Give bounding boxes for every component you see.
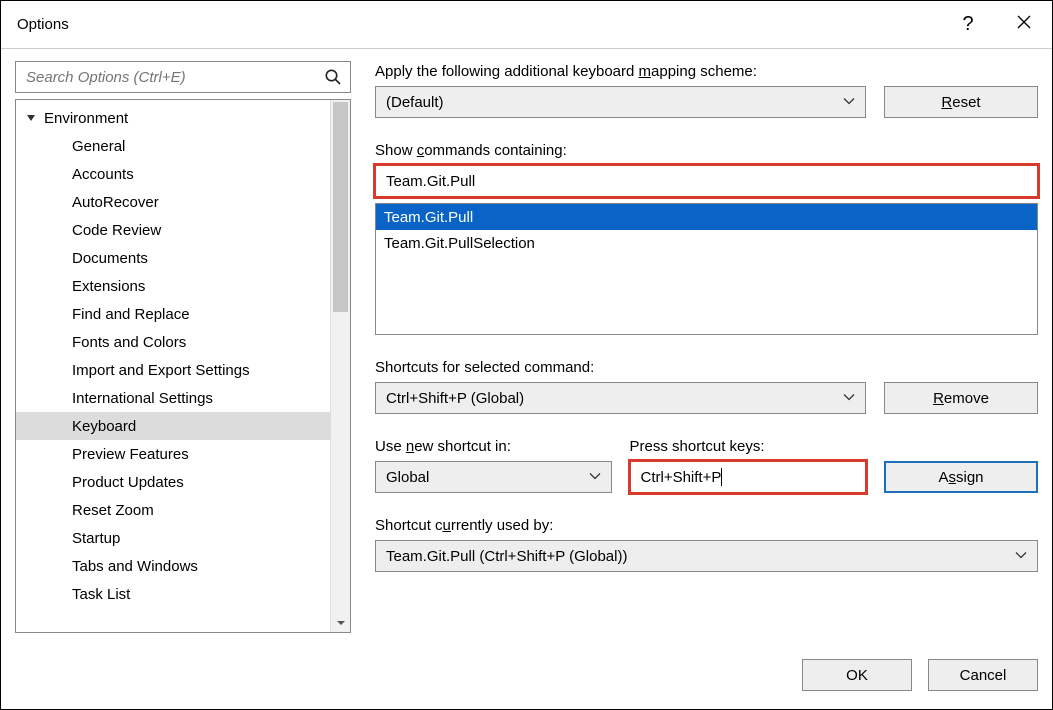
left-panel: Environment General Accounts AutoRecover Cod… [15, 61, 351, 633]
use-shortcut-in-value: Global [386, 469, 429, 486]
tree-node-label: Import and Export Settings [72, 362, 250, 379]
tree-node-label: Fonts and Colors [72, 334, 186, 351]
tree-node-label: Tabs and Windows [72, 558, 198, 575]
tree-node-label: Extensions [72, 278, 145, 295]
tree-node-tabs-and-windows[interactable]: Tabs and Windows [16, 552, 350, 580]
text-cursor [721, 468, 722, 486]
tree-node-label: Preview Features [72, 446, 189, 463]
assign-button[interactable]: Assign [884, 461, 1038, 493]
search-input[interactable] [24, 68, 324, 87]
shortcuts-label: Shortcuts for selected command: [375, 359, 1038, 376]
ok-button[interactable]: OK [802, 659, 912, 691]
tree-node-label: Environment [44, 110, 128, 127]
tree-node-label: General [72, 138, 125, 155]
tree-node-code-review[interactable]: Code Review [16, 216, 350, 244]
chevron-down-icon [843, 390, 855, 407]
tree-node-reset-zoom[interactable]: Reset Zoom [16, 496, 350, 524]
search-icon [324, 68, 342, 86]
tree-node-international-settings[interactable]: International Settings [16, 384, 350, 412]
tree-node-product-updates[interactable]: Product Updates [16, 468, 350, 496]
mapping-scheme-combo[interactable]: (Default) [375, 86, 866, 118]
tree-node-label: Reset Zoom [72, 502, 154, 519]
keyboard-settings-panel: Apply the following additional keyboard … [375, 61, 1038, 633]
cancel-button[interactable]: Cancel [928, 659, 1038, 691]
tree-node-import-and-export-settings[interactable]: Import and Export Settings [16, 356, 350, 384]
close-icon [1017, 15, 1031, 34]
tree-node-preview-features[interactable]: Preview Features [16, 440, 350, 468]
chevron-down-icon [336, 615, 346, 632]
tree-node-task-list[interactable]: Task List [16, 580, 350, 608]
tree-node-extensions[interactable]: Extensions [16, 272, 350, 300]
tree-node-label: Product Updates [72, 474, 184, 491]
remove-button[interactable]: Remove [884, 382, 1038, 414]
mapping-scheme-value: (Default) [386, 94, 444, 111]
command-filter-input[interactable]: Team.Git.Pull [375, 165, 1038, 197]
tree-scrollbar[interactable] [330, 100, 350, 632]
tree-node-label: International Settings [72, 390, 213, 407]
currently-used-label: Shortcut currently used by: [375, 517, 1038, 534]
options-tree[interactable]: Environment General Accounts AutoRecover Cod… [15, 99, 351, 633]
tree-node-general[interactable]: General [16, 132, 350, 160]
tree-node-fonts-and-colors[interactable]: Fonts and Colors [16, 328, 350, 356]
press-shortcut-value: Ctrl+Shift+P [641, 469, 722, 486]
shortcuts-value: Ctrl+Shift+P (Global) [386, 390, 524, 407]
use-shortcut-in-label: Use new shortcut in: [375, 438, 612, 455]
command-list-item[interactable]: Team.Git.Pull [376, 204, 1037, 230]
press-shortcut-label: Press shortcut keys: [630, 438, 867, 455]
scroll-down-button[interactable] [331, 614, 350, 632]
tree-node-label: Accounts [72, 166, 134, 183]
show-commands-label: Show commands containing: [375, 142, 1038, 159]
scrollbar-thumb[interactable] [333, 102, 348, 312]
tree-node-accounts[interactable]: Accounts [16, 160, 350, 188]
tree-node-label: Documents [72, 250, 148, 267]
chevron-down-icon [1015, 548, 1027, 565]
mapping-scheme-label: Apply the following additional keyboard … [375, 63, 1038, 80]
tree-node-label: Find and Replace [72, 306, 190, 323]
reset-button[interactable]: Reset [884, 86, 1038, 118]
chevron-down-icon [589, 469, 601, 486]
tree-node-find-and-replace[interactable]: Find and Replace [16, 300, 350, 328]
dialog-footer: OK Cancel [1, 647, 1052, 709]
window-title: Options [17, 16, 940, 33]
currently-used-value: Team.Git.Pull (Ctrl+Shift+P (Global)) [386, 548, 627, 565]
titlebar: Options ? [1, 1, 1052, 49]
command-list[interactable]: Team.Git.Pull Team.Git.PullSelection [375, 203, 1038, 335]
shortcuts-combo[interactable]: Ctrl+Shift+P (Global) [375, 382, 866, 414]
command-list-item[interactable]: Team.Git.PullSelection [376, 230, 1037, 256]
caret-down-icon [26, 110, 38, 127]
tree-node-label: Keyboard [72, 418, 136, 435]
currently-used-combo[interactable]: Team.Git.Pull (Ctrl+Shift+P (Global)) [375, 540, 1038, 572]
tree-node-autorecover[interactable]: AutoRecover [16, 188, 350, 216]
search-box[interactable] [15, 61, 351, 93]
tree-node-environment[interactable]: Environment [16, 104, 350, 132]
use-shortcut-in-combo[interactable]: Global [375, 461, 612, 493]
tree-node-label: Task List [72, 586, 130, 603]
help-button[interactable]: ? [940, 1, 996, 49]
tree-node-documents[interactable]: Documents [16, 244, 350, 272]
close-button[interactable] [996, 1, 1052, 49]
tree-node-keyboard[interactable]: Keyboard [16, 412, 350, 440]
options-dialog: Options ? Environment General Accounts Auto… [0, 0, 1053, 710]
tree-node-startup[interactable]: Startup [16, 524, 350, 552]
press-shortcut-input[interactable]: Ctrl+Shift+P [630, 461, 867, 493]
tree-node-label: Startup [72, 530, 120, 547]
tree-node-label: AutoRecover [72, 194, 159, 211]
command-filter-value: Team.Git.Pull [386, 173, 475, 190]
chevron-down-icon [843, 94, 855, 111]
command-list-item-label: Team.Git.Pull [384, 209, 473, 226]
tree-node-label: Code Review [72, 222, 161, 239]
command-list-item-label: Team.Git.PullSelection [384, 235, 535, 252]
